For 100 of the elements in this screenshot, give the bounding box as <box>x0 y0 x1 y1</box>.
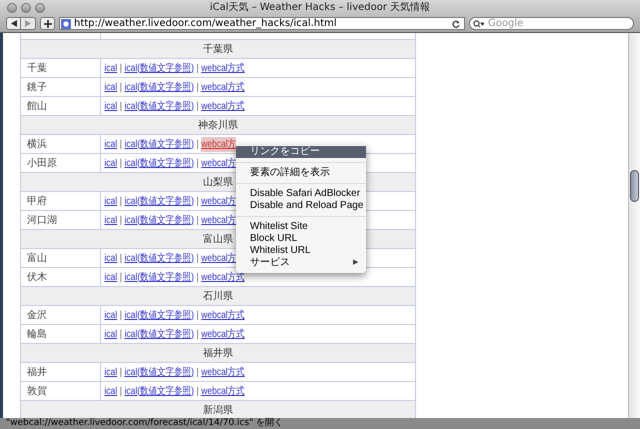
menu-item[interactable]: Block URL <box>236 233 366 245</box>
plus-icon <box>44 20 52 28</box>
menu-item[interactable]: Whitelist URL <box>236 245 366 257</box>
calendar-link[interactable]: ical <box>104 60 118 76</box>
link-separator: | <box>196 308 199 322</box>
prefecture-heading: 千葉県 <box>203 42 233 56</box>
calendar-link[interactable]: ical(数値文字参照) <box>124 212 194 228</box>
calendar-link[interactable]: webcal方式 <box>201 60 245 76</box>
calendar-link[interactable]: webcal方式 <box>201 364 245 380</box>
calendar-link[interactable]: webcal方 <box>201 212 236 228</box>
menu-item[interactable]: リンクをコピー <box>236 146 366 158</box>
city-name: 館山 <box>27 100 47 114</box>
calendar-link[interactable]: ical <box>104 384 118 398</box>
calendar-link[interactable]: ical <box>104 326 118 342</box>
city-name: 河口湖 <box>27 214 57 228</box>
link-separator: | <box>196 214 199 228</box>
link-separator: | <box>120 156 122 170</box>
calendar-link[interactable]: ical <box>104 308 118 322</box>
calendar-link[interactable]: ical <box>104 212 118 228</box>
calendar-link[interactable]: webcal方式 <box>201 80 245 94</box>
city-name: 敦賀 <box>27 384 47 398</box>
calendar-link[interactable]: ical <box>104 98 118 114</box>
calendar-link[interactable]: webcal方式 <box>201 326 245 342</box>
city-name: 伏木 <box>27 270 47 284</box>
calendar-link[interactable]: webcal方式 <box>201 384 245 398</box>
link-separator: | <box>196 156 199 170</box>
link-separator: | <box>196 62 199 76</box>
calendar-link[interactable]: ical(数値文字参照) <box>124 136 194 152</box>
city-name: 富山 <box>27 252 47 266</box>
prefecture-heading: 富山県 <box>203 232 233 246</box>
calendar-link[interactable]: ical <box>104 270 118 284</box>
calendar-link[interactable]: ical(数値文字参照) <box>124 364 194 380</box>
calendar-link[interactable]: ical(数値文字参照) <box>124 194 194 208</box>
calendar-link[interactable]: webcal方 <box>201 250 236 266</box>
search-icon <box>473 20 484 28</box>
link-separator: | <box>196 366 199 380</box>
calendar-link[interactable]: ical(数値文字参照) <box>124 80 194 94</box>
scroll-thumb[interactable] <box>630 170 639 202</box>
link-separator: | <box>120 62 122 76</box>
calendar-link[interactable]: ical <box>104 80 118 94</box>
forward-icon <box>25 20 31 27</box>
city-name: 甲府 <box>27 194 47 208</box>
city-name: 福井 <box>27 366 47 380</box>
back-button[interactable] <box>6 17 21 30</box>
link-separator: | <box>120 194 122 208</box>
prefecture-heading: 山梨県 <box>203 176 233 190</box>
menu-item[interactable]: 要素の詳細を表示 <box>236 167 366 179</box>
calendar-link[interactable]: webcal方式 <box>201 308 245 322</box>
link-separator: | <box>120 384 122 398</box>
link-separator: | <box>196 100 199 114</box>
calendar-link[interactable]: ical(数値文字参照) <box>124 156 194 170</box>
calendar-link[interactable]: ical <box>104 364 118 380</box>
back-icon <box>10 20 16 27</box>
link-separator: | <box>196 138 199 152</box>
city-name: 輪島 <box>27 328 47 342</box>
calendar-link[interactable]: ical(数値文字参照) <box>124 98 194 114</box>
link-separator: | <box>120 100 122 114</box>
link-separator: | <box>196 80 199 94</box>
prefecture-heading: 新潟県 <box>203 404 233 418</box>
menu-item[interactable]: Whitelist Site <box>236 221 366 233</box>
menu-item[interactable]: Disable Safari AdBlocker <box>236 188 366 200</box>
prefecture-heading: 神奈川県 <box>198 118 238 132</box>
calendar-link[interactable]: ical <box>104 136 118 152</box>
calendar-link[interactable]: ical(数値文字参照) <box>124 384 194 398</box>
city-name: 千葉 <box>27 62 47 76</box>
calendar-link[interactable]: webcal方式 <box>201 98 245 114</box>
link-separator: | <box>120 270 122 284</box>
prefecture-heading: 福井県 <box>203 346 233 360</box>
calendar-link[interactable]: ical <box>104 194 118 208</box>
calendar-link[interactable]: ical(数値文字参照) <box>124 60 194 76</box>
city-name: 金沢 <box>27 308 47 322</box>
status-text: "webcal://weather.livedoor.com/forecast/ical/14/70.ics" を開く <box>6 419 284 428</box>
city-name: 横浜 <box>27 138 47 152</box>
add-bookmark-button[interactable] <box>40 17 55 30</box>
calendar-link[interactable]: ical(数値文字参照) <box>124 326 194 342</box>
calendar-link[interactable]: webcal方式 <box>201 270 245 284</box>
calendar-link[interactable]: webcal方 <box>201 156 236 170</box>
calendar-link[interactable]: ical <box>104 156 118 170</box>
link-separator: | <box>196 328 199 342</box>
site-icon <box>61 18 71 28</box>
calendar-link[interactable]: ical(数値文字参照) <box>124 308 194 322</box>
window-title: iCal天気 – Weather Hacks – livedoor 天気情報 <box>210 0 430 15</box>
link-separator: | <box>120 214 122 228</box>
search-field[interactable]: Google <box>469 17 634 30</box>
calendar-link[interactable]: ical(数値文字参照) <box>124 270 194 284</box>
link-separator: | <box>120 328 122 342</box>
link-separator: | <box>120 308 122 322</box>
calendar-link[interactable]: ical <box>104 250 118 266</box>
link-separator: | <box>120 252 122 266</box>
calendar-link[interactable]: ical(数値文字参照) <box>124 250 194 266</box>
menu-item[interactable]: Disable and Reload Page <box>236 200 366 212</box>
calendar-link[interactable]: webcal方 <box>201 194 236 208</box>
link-separator: | <box>196 384 199 398</box>
link-separator: | <box>120 138 122 152</box>
reload-icon[interactable] <box>452 20 460 28</box>
forward-button[interactable] <box>21 17 36 30</box>
link-separator: | <box>196 194 199 208</box>
city-name: 小田原 <box>27 156 57 170</box>
address-field[interactable]: http://weather.livedoor.com/weather_hacks/ical.html <box>59 17 465 30</box>
link-separator: | <box>120 366 122 380</box>
